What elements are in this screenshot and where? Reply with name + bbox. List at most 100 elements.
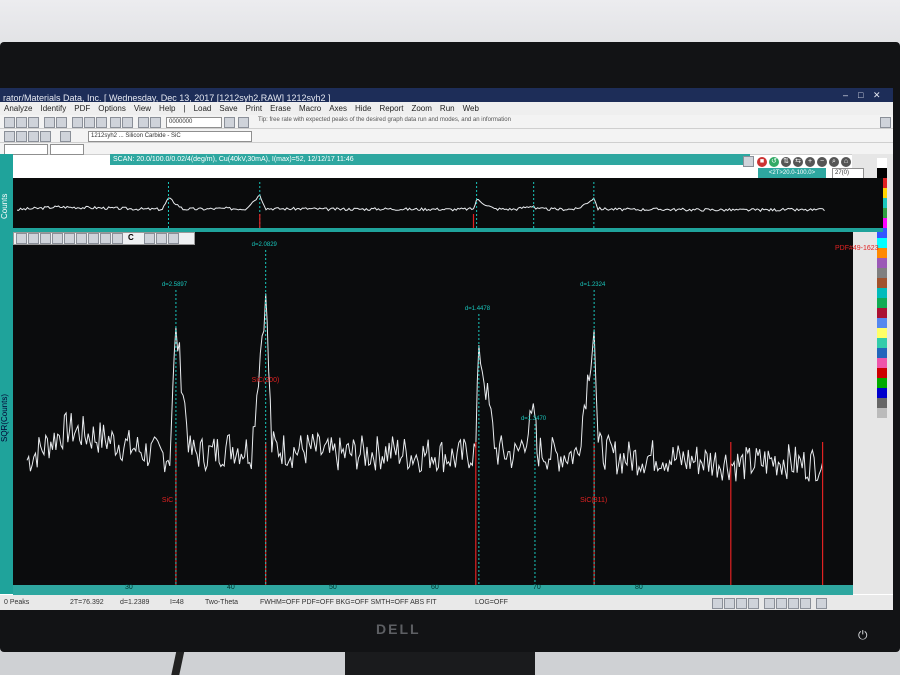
menu-item-print[interactable]: Print bbox=[242, 102, 266, 115]
peak-mark-icon[interactable] bbox=[40, 233, 51, 244]
menu-item-pdf[interactable]: PDF bbox=[70, 102, 94, 115]
next-icon[interactable] bbox=[28, 131, 39, 142]
palette-swatch[interactable] bbox=[877, 298, 887, 308]
minimize-icon[interactable]: – bbox=[840, 88, 848, 102]
zoom-in-icon[interactable]: + bbox=[805, 157, 815, 167]
dropdown-icon[interactable] bbox=[224, 117, 235, 128]
area-icon[interactable] bbox=[112, 233, 123, 244]
chart-icon[interactable] bbox=[44, 117, 55, 128]
print-icon[interactable] bbox=[28, 117, 39, 128]
search-icon[interactable]: ⌕ bbox=[829, 157, 839, 167]
menu-item-help[interactable]: Help bbox=[155, 102, 179, 115]
menu-item-axes[interactable]: Axes bbox=[325, 102, 351, 115]
prev-icon[interactable] bbox=[16, 131, 27, 142]
scan-info-bar: SCAN: 20.0/100.0/0.02/4(deg/m), Cu(40kV,… bbox=[110, 154, 750, 165]
zoom-box-icon[interactable] bbox=[28, 233, 39, 244]
refresh-icon[interactable]: ↺ bbox=[769, 157, 779, 167]
menu-item-options[interactable]: Options bbox=[94, 102, 130, 115]
home-icon[interactable]: ⌂ bbox=[841, 157, 851, 167]
maximize-icon[interactable]: □ bbox=[855, 88, 863, 102]
overview-plot[interactable] bbox=[13, 178, 883, 228]
nav-last-icon[interactable] bbox=[748, 598, 759, 609]
palette-swatch[interactable] bbox=[877, 408, 887, 418]
menu-item-run[interactable]: Run bbox=[436, 102, 459, 115]
palette-swatch[interactable] bbox=[877, 398, 887, 408]
range-icon[interactable] bbox=[52, 233, 63, 244]
fit-icon[interactable] bbox=[84, 117, 95, 128]
palette-swatch[interactable] bbox=[877, 368, 887, 378]
first-icon[interactable] bbox=[4, 131, 15, 142]
pan-icon[interactable] bbox=[800, 598, 811, 609]
open-icon[interactable] bbox=[4, 117, 15, 128]
last-icon[interactable] bbox=[40, 131, 51, 142]
list-icon[interactable] bbox=[60, 131, 71, 142]
window-icon[interactable] bbox=[144, 233, 155, 244]
palette-swatch[interactable] bbox=[877, 308, 887, 318]
range-field[interactable]: <2T>20.0-100.0> bbox=[758, 168, 826, 178]
palette-swatch[interactable] bbox=[877, 378, 887, 388]
palette-swatch[interactable] bbox=[877, 158, 887, 168]
status-toggles[interactable]: FWHM=OFF PDF=OFF BKG=OFF SMTH=OFF ABS FI… bbox=[260, 595, 437, 610]
fit-screen-icon[interactable] bbox=[816, 598, 827, 609]
palette-swatch[interactable] bbox=[877, 268, 887, 278]
pdf-icon[interactable] bbox=[138, 117, 149, 128]
zoom-full-icon[interactable] bbox=[764, 598, 775, 609]
menu-item-web[interactable]: Web bbox=[459, 102, 483, 115]
nav-prev-icon[interactable] bbox=[724, 598, 735, 609]
settings-icon[interactable] bbox=[238, 117, 249, 128]
nav-first-icon[interactable] bbox=[712, 598, 723, 609]
palette-swatch[interactable] bbox=[877, 288, 887, 298]
view-select-2[interactable] bbox=[50, 144, 84, 155]
palette-swatch[interactable] bbox=[877, 328, 887, 338]
cursor-icon[interactable] bbox=[16, 233, 27, 244]
menu-item-identify[interactable]: Identify bbox=[36, 102, 70, 115]
scan-dropdown-icon[interactable] bbox=[743, 156, 754, 167]
main-plot[interactable]: SiC SiC(200) SiC(311) d=2.5897 d=2.0829 d=1.4… bbox=[13, 232, 853, 585]
help-icon[interactable] bbox=[880, 117, 891, 128]
calibrate-button[interactable]: C bbox=[128, 233, 134, 242]
power-icon[interactable]: ⏻ bbox=[858, 628, 868, 643]
grid-icon[interactable] bbox=[156, 233, 167, 244]
menu-item-view[interactable]: View bbox=[130, 102, 155, 115]
menu-item-hide[interactable]: Hide bbox=[351, 102, 375, 115]
menu-item-erase[interactable]: Erase bbox=[266, 102, 295, 115]
nav-next-icon[interactable] bbox=[736, 598, 747, 609]
palette-swatch[interactable] bbox=[877, 318, 887, 328]
zoom-right-icon[interactable] bbox=[788, 598, 799, 609]
sort-icon[interactable]: ⇅ bbox=[781, 157, 791, 167]
menu-item-report[interactable]: Report bbox=[375, 102, 407, 115]
palette-swatch[interactable] bbox=[877, 338, 887, 348]
pattern-icon[interactable] bbox=[110, 117, 121, 128]
stop-icon[interactable]: ■ bbox=[757, 157, 767, 167]
palette-swatch[interactable] bbox=[877, 388, 887, 398]
palette-swatch[interactable] bbox=[877, 258, 887, 268]
integrate-icon[interactable] bbox=[100, 233, 111, 244]
peak-icon[interactable] bbox=[72, 117, 83, 128]
file-field[interactable]: 1212syh2 ... Silicon Carbide - SiC bbox=[88, 131, 252, 142]
menu-item-analyze[interactable]: Analyze bbox=[0, 102, 36, 115]
shift-icon[interactable]: ⇆ bbox=[793, 157, 803, 167]
menu-item-macro[interactable]: Macro bbox=[295, 102, 325, 115]
label-icon[interactable] bbox=[76, 233, 87, 244]
palette-swatch[interactable] bbox=[877, 358, 887, 368]
marker-icon[interactable] bbox=[88, 233, 99, 244]
overlay-icon[interactable] bbox=[122, 117, 133, 128]
help-small-icon[interactable] bbox=[168, 233, 179, 244]
zoom-field[interactable]: 0000000 bbox=[166, 117, 222, 128]
palette-swatch[interactable] bbox=[877, 278, 887, 288]
measure-icon[interactable] bbox=[64, 233, 75, 244]
bkg-icon[interactable] bbox=[96, 117, 107, 128]
menu-item-zoom[interactable]: Zoom bbox=[407, 102, 435, 115]
pdf-reference-label: PDF#49-1623 bbox=[835, 245, 879, 252]
zoom-left-icon[interactable] bbox=[776, 598, 787, 609]
menu-item-load[interactable]: Load bbox=[190, 102, 216, 115]
palette-swatch[interactable] bbox=[877, 168, 887, 178]
status-log[interactable]: LOG=OFF bbox=[475, 595, 508, 610]
zoom-out-icon[interactable]: − bbox=[817, 157, 827, 167]
menu-item-save[interactable]: Save bbox=[215, 102, 241, 115]
save-icon[interactable] bbox=[16, 117, 27, 128]
ref-icon[interactable] bbox=[150, 117, 161, 128]
close-icon[interactable]: ✕ bbox=[870, 88, 881, 102]
table-icon[interactable] bbox=[56, 117, 67, 128]
palette-swatch[interactable] bbox=[877, 348, 887, 358]
